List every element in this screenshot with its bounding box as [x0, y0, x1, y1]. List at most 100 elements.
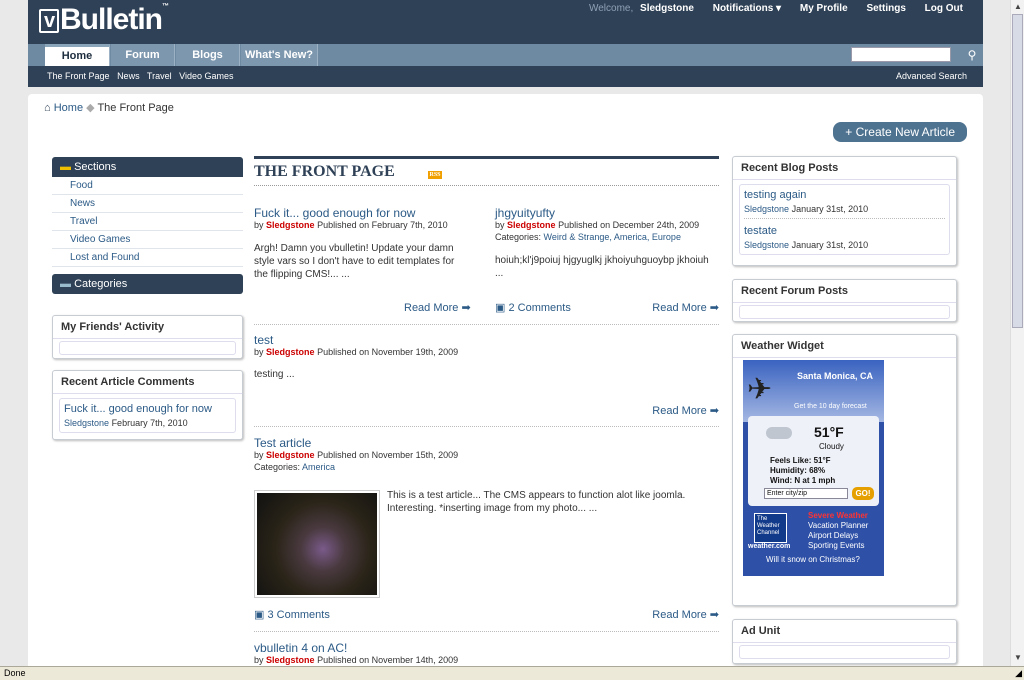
ad-unit-body	[739, 645, 950, 659]
scroll-up-icon[interactable]: ▲	[1012, 1, 1024, 13]
notifications-menu[interactable]: Notifications ▾	[713, 3, 781, 14]
weather-widget[interactable]: ✈ Santa Monica, CA Get the 10 day foreca…	[743, 360, 884, 576]
weather-panel: 51°F Cloudy Feels Like: 51°F Humidity: 6…	[748, 416, 879, 506]
tab-blogs[interactable]: Blogs	[176, 44, 240, 66]
scrollbar-thumb[interactable]	[1012, 14, 1023, 328]
article-date: Published on November 15th, 2009	[317, 450, 459, 460]
feels-like: Feels Like: 51°F	[770, 456, 831, 465]
article-body: This is a test article... The CMS appear…	[387, 490, 686, 514]
weather-city: Santa Monica, CA	[797, 371, 874, 381]
tab-home[interactable]: Home	[45, 44, 110, 66]
article-3: test by Sledgstone Published on November…	[254, 333, 719, 381]
friends-activity-body	[59, 341, 236, 355]
divider	[254, 324, 719, 325]
article-categories[interactable]: Weird & Strange, America, Europe	[544, 232, 681, 242]
article-author[interactable]: Sledgstone	[266, 347, 315, 357]
subnav-news[interactable]: News	[117, 71, 140, 81]
weather-channel-logo[interactable]: The Weather Channel	[754, 513, 787, 543]
ad-unit-box: Ad Unit	[732, 619, 957, 664]
article-date: Published on November 14th, 2009	[317, 655, 459, 665]
recent-comment-author[interactable]: Sledgstone	[64, 418, 109, 428]
article-body: Argh! Damn you vbulletin! Update your da…	[254, 243, 455, 280]
search-input[interactable]	[851, 47, 951, 62]
resize-grip-icon[interactable]: ◢	[1015, 667, 1022, 680]
scroll-down-icon[interactable]: ▼	[1012, 652, 1024, 664]
logout-link[interactable]: Log Out	[925, 3, 963, 14]
search-icon[interactable]: ⚲	[963, 44, 981, 66]
browser-viewport: v Bulletin™ Welcome, Sledgstone Notificat…	[0, 0, 1010, 666]
divider	[254, 426, 719, 427]
section-food[interactable]: Food	[52, 177, 243, 195]
subnav-travel[interactable]: Travel	[147, 71, 172, 81]
recent-comment-date: February 7th, 2010	[111, 418, 188, 428]
section-travel[interactable]: Travel	[52, 213, 243, 231]
blog-post-link[interactable]: testate	[744, 225, 945, 237]
friends-activity-title: My Friends' Activity	[53, 316, 242, 339]
read-more-link[interactable]: Read More ➡	[404, 301, 471, 314]
breadcrumb: ⌂ Home ◆ The Front Page	[44, 101, 174, 114]
settings-link[interactable]: Settings	[866, 3, 905, 14]
article-4: Test article by Sledgstone Published on …	[254, 436, 719, 472]
comment-icon: ▣	[254, 609, 265, 621]
subnav-front-page[interactable]: The Front Page	[47, 71, 110, 81]
christmas-link[interactable]: Will it snow on Christmas?	[766, 555, 860, 564]
home-icon[interactable]: ⌂	[44, 102, 51, 114]
article-title[interactable]: Fuck it... good enough for now	[254, 206, 464, 220]
recent-comments-body: Fuck it... good enough for now Sledgston…	[59, 398, 236, 433]
rss-icon[interactable]: RSS	[428, 171, 442, 179]
article-date: Published on December 24th, 2009	[558, 220, 700, 230]
city-zip-input[interactable]: Enter city/zip	[764, 488, 848, 499]
article-thumbnail[interactable]	[254, 490, 380, 598]
forecast-link[interactable]: Get the 10 day forecast	[794, 403, 867, 410]
vertical-scrollbar[interactable]: ▲ ▼	[1010, 0, 1024, 666]
username-link[interactable]: Sledgstone	[640, 3, 694, 14]
article-title[interactable]: Test article	[254, 436, 719, 450]
section-news[interactable]: News	[52, 195, 243, 213]
sections-header: ▬ Sections	[52, 157, 243, 177]
status-bar: Done ◢	[0, 666, 1024, 680]
advanced-search-link[interactable]: Advanced Search	[896, 66, 967, 86]
severe-weather-link[interactable]: Severe Weather	[808, 511, 868, 521]
create-new-article-button[interactable]: + Create New Article	[833, 122, 967, 142]
blog-post-link[interactable]: testing again	[744, 189, 945, 201]
tab-forum[interactable]: Forum	[111, 44, 175, 66]
read-more-link[interactable]: Read More ➡	[652, 404, 719, 417]
breadcrumb-home[interactable]: Home	[54, 102, 83, 114]
section-video-games[interactable]: Video Games	[52, 231, 243, 249]
weather-links: Severe Weather Vacation Planner Airport …	[808, 511, 868, 551]
game-screenshot-image	[257, 493, 377, 595]
blog-post-author[interactable]: Sledgstone	[744, 204, 789, 214]
subnav-video-games[interactable]: Video Games	[179, 71, 233, 81]
tab-whats-new[interactable]: What's New?	[241, 44, 318, 66]
my-profile-link[interactable]: My Profile	[800, 3, 848, 14]
weather-site-label[interactable]: weather.com	[748, 543, 790, 550]
article-title[interactable]: jhgyuityufty	[495, 206, 719, 220]
article-title[interactable]: vbulletin 4 on AC!	[254, 641, 719, 655]
article-author[interactable]: Sledgstone	[266, 220, 315, 230]
article-categories[interactable]: America	[302, 462, 335, 472]
section-lost-and-found[interactable]: Lost and Found	[52, 249, 243, 267]
weather-go-button[interactable]: GO!	[852, 487, 874, 500]
comments-link[interactable]: ▣ 3 Comments	[254, 608, 330, 621]
categories-header[interactable]: ▬ Categories	[52, 274, 243, 294]
blog-post-author[interactable]: Sledgstone	[744, 240, 789, 250]
article-author[interactable]: Sledgstone	[507, 220, 556, 230]
recent-blog-posts-title: Recent Blog Posts	[733, 157, 956, 180]
recent-comment-link[interactable]: Fuck it... good enough for now	[64, 403, 231, 415]
welcome-text: Welcome,	[588, 3, 634, 14]
friends-activity-box: My Friends' Activity	[52, 315, 243, 359]
article-5: vbulletin 4 on AC! by Sledgstone Publish…	[254, 641, 719, 665]
article-author[interactable]: Sledgstone	[266, 450, 315, 460]
article-author[interactable]: Sledgstone	[266, 655, 315, 665]
article-body: testing ...	[254, 369, 295, 380]
vbulletin-logo[interactable]: v Bulletin™	[39, 3, 169, 37]
front-page-title: THE FRONT PAGE RSS	[254, 156, 719, 186]
vacation-planner-link[interactable]: Vacation Planner	[808, 521, 868, 531]
read-more-link[interactable]: Read More ➡	[652, 608, 719, 621]
article-body: hoiuh;kl'j9poiuj hjgyuglkj jkhoiyuhguoyb…	[495, 255, 709, 279]
comments-link[interactable]: ▣ 2 Comments	[495, 301, 571, 314]
airport-delays-link[interactable]: Airport Delays	[808, 531, 868, 541]
read-more-link[interactable]: Read More ➡	[652, 301, 719, 314]
sporting-events-link[interactable]: Sporting Events	[808, 541, 868, 551]
article-title[interactable]: test	[254, 333, 719, 347]
